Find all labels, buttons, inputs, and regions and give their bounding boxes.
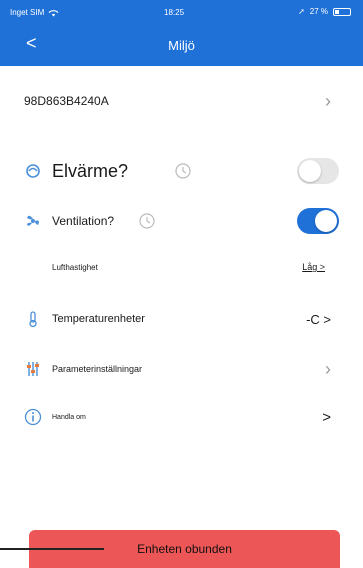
chevron-right-icon: ›	[325, 358, 331, 379]
elvarme-label: Elvärme?	[52, 160, 129, 181]
toggle-knob	[315, 210, 337, 232]
status-bar: Inget SIM 18:25 ➚ 27 %	[0, 0, 363, 22]
toggle-knob	[299, 160, 321, 182]
ventilation-label: Ventilation?	[52, 214, 115, 228]
parameter-label: Parameterinställningar	[52, 364, 143, 374]
device-row[interactable]: 98D863B4240A ›	[0, 86, 363, 116]
carrier-label: Inget SIM	[10, 8, 45, 17]
battery-percent: 27 %	[309, 7, 328, 16]
pointer-line	[0, 548, 104, 550]
ventilation-row: Ventilation?	[0, 206, 363, 236]
ventilation-toggle[interactable]	[297, 208, 339, 234]
status-right: ➚ 27 %	[298, 7, 351, 16]
handla-om-label: Handla om	[52, 413, 86, 421]
device-id: 98D863B4240A	[24, 94, 109, 108]
carrier-info: Inget SIM	[10, 8, 59, 17]
elvarme-row: Elvärme?	[0, 156, 363, 186]
heater-icon	[26, 164, 40, 178]
thermometer-icon	[29, 311, 37, 328]
sliders-icon	[27, 362, 39, 376]
handla-om-value: >	[322, 408, 331, 426]
location-icon: ➚	[298, 7, 305, 16]
info-icon	[24, 408, 42, 426]
lufthastighet-label: Lufthastighet	[52, 262, 98, 272]
parameter-row[interactable]: Parameterinställningar ›	[0, 356, 363, 382]
chevron-right-icon: ›	[325, 90, 331, 111]
info-circle-icon[interactable]	[174, 162, 192, 180]
temperaturenheter-label: Temperaturenheter	[52, 313, 145, 325]
info-circle-icon[interactable]	[138, 212, 156, 230]
battery-icon	[333, 7, 351, 16]
clock: 18:25	[164, 8, 185, 17]
handla-om-row[interactable]: Handla om >	[0, 404, 363, 430]
elvarme-toggle[interactable]	[297, 158, 339, 184]
app-header: Inget SIM 18:25 ➚ 27 % < Miljö	[0, 0, 363, 66]
page-title: Miljö	[168, 38, 195, 53]
unbind-button-label: Enheten obunden	[137, 542, 232, 556]
fan-icon	[27, 215, 39, 226]
temperaturenheter-row[interactable]: Temperaturenheter -C >	[0, 306, 363, 332]
lufthastighet-value[interactable]: Låg >	[302, 262, 325, 272]
wifi-icon	[48, 9, 59, 16]
lufthastighet-row[interactable]: Lufthastighet Låg >	[0, 256, 363, 278]
temperaturenheter-value[interactable]: -C >	[306, 312, 331, 327]
